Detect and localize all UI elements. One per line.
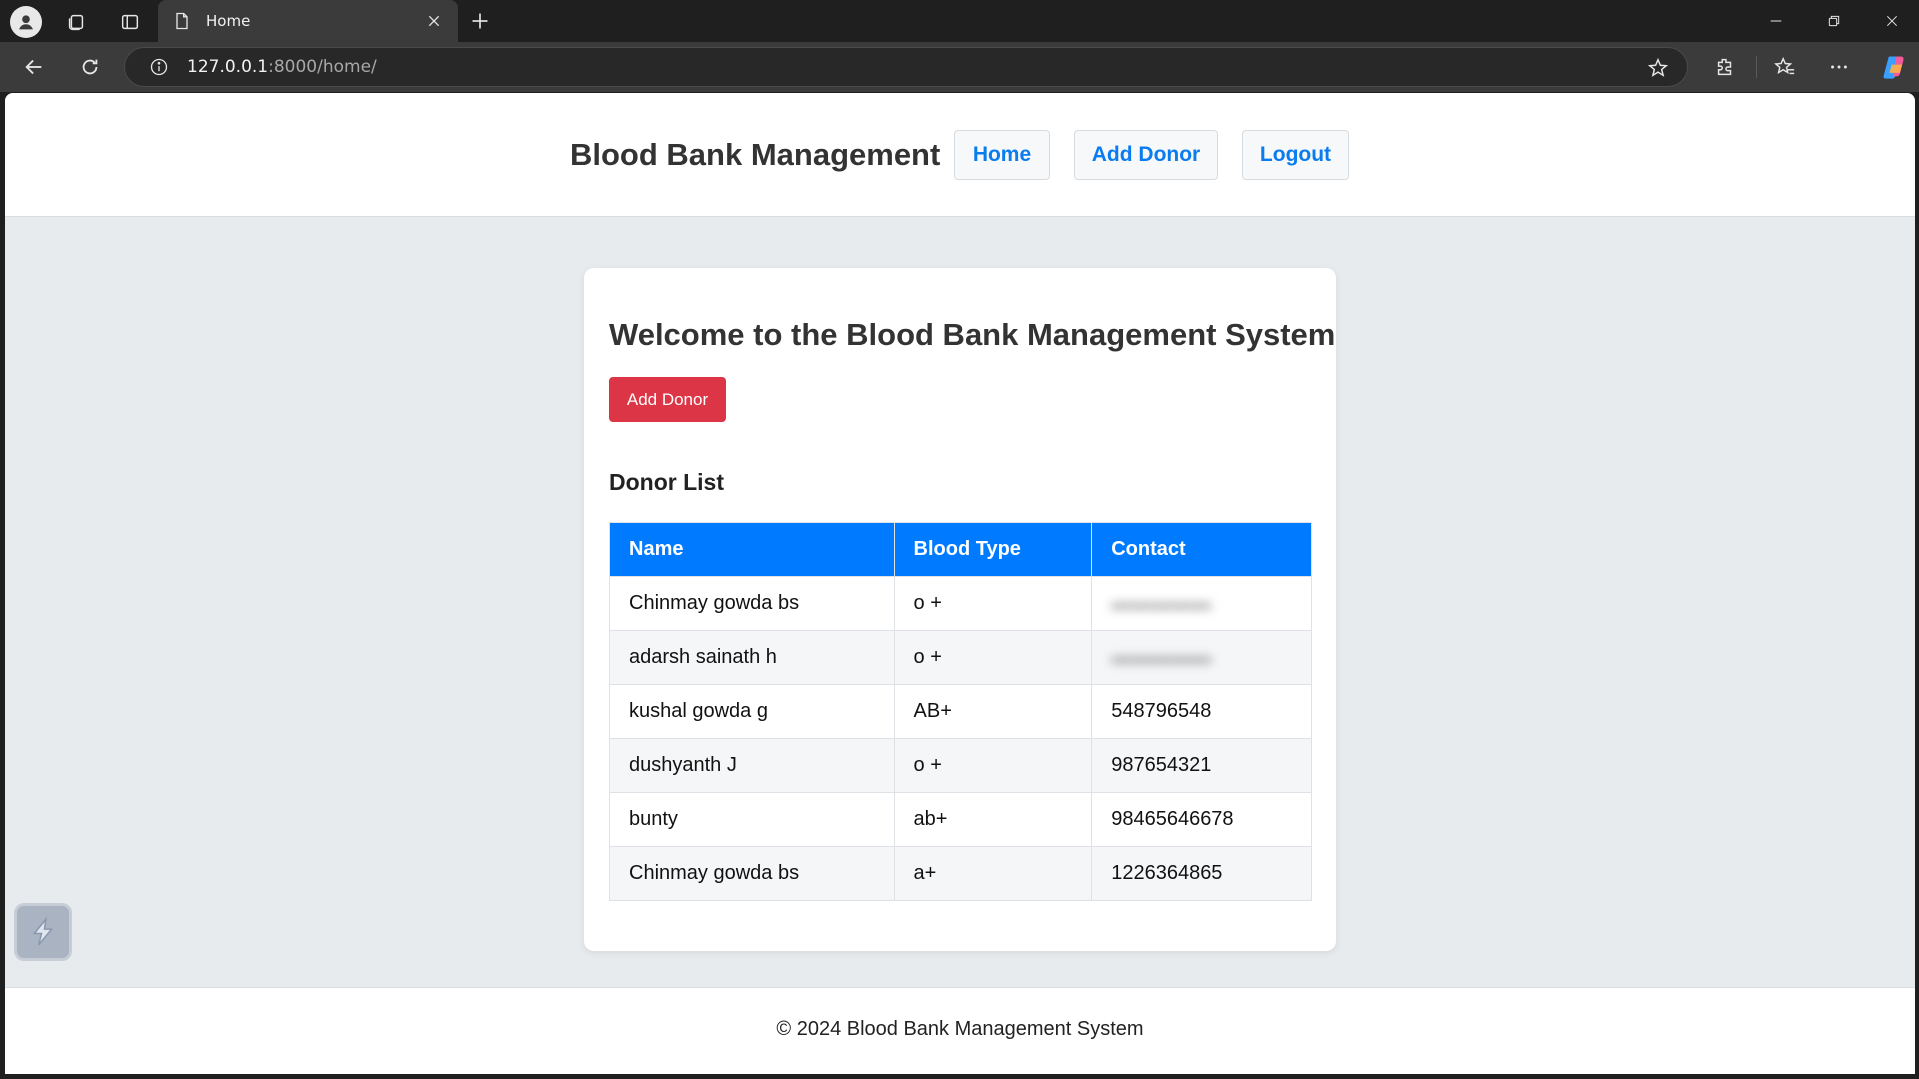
table-row: Chinmay gowda bs a+ 1226364865 <box>609 846 1312 901</box>
table-row: kushal gowda g AB+ 548796548 <box>609 684 1312 739</box>
plus-icon[interactable] <box>466 7 494 35</box>
tab-actions-icon[interactable] <box>116 8 144 36</box>
column-header-blood-type: Blood Type <box>893 522 1093 577</box>
restore-icon[interactable] <box>1818 7 1850 35</box>
cell-contact: 548796548 <box>1091 684 1312 739</box>
minimize-icon[interactable] <box>1760 7 1792 35</box>
cell-name: Chinmay gowda bs <box>609 576 895 631</box>
page-icon <box>168 7 196 35</box>
browser-tab-bar: Home <box>0 0 1919 42</box>
cell-contact-redacted: ▬▬▬▬▬ <box>1091 576 1312 631</box>
page-viewport: Blood Bank Management Home Add Donor Log… <box>5 93 1915 1074</box>
cell-contact-redacted: ▬▬▬▬▬ <box>1091 630 1312 685</box>
more-icon[interactable] <box>1824 52 1854 82</box>
page-title: Welcome to the Blood Bank Management Sys… <box>609 317 1336 352</box>
nav-home-button[interactable]: Home <box>954 130 1050 180</box>
tab-title: Home <box>206 12 251 30</box>
redacted-contact: ▬▬▬▬▬ <box>1111 646 1212 668</box>
cell-blood-type: AB+ <box>893 684 1093 739</box>
browser-toolbar: 127.0.0.1:8000/home/ <box>0 42 1919 92</box>
column-header-name: Name <box>609 522 895 577</box>
site-footer: © 2024 Blood Bank Management System <box>5 987 1915 1074</box>
table-row: dushyanth J o + 987654321 <box>609 738 1312 793</box>
address-bar[interactable]: 127.0.0.1:8000/home/ <box>124 47 1688 87</box>
cell-blood-type: ab+ <box>893 792 1093 847</box>
close-icon[interactable] <box>420 7 448 35</box>
cell-blood-type: o + <box>893 576 1093 631</box>
cell-blood-type: o + <box>893 738 1093 793</box>
site-header: Blood Bank Management Home Add Donor Log… <box>5 93 1915 217</box>
url-path: :8000/home/ <box>268 57 377 77</box>
info-icon[interactable] <box>147 55 171 79</box>
cell-name: Chinmay gowda bs <box>609 846 895 901</box>
add-donor-button[interactable]: Add Donor <box>609 377 726 422</box>
main-card: Welcome to the Blood Bank Management Sys… <box>584 268 1336 951</box>
nav-logout-button[interactable]: Logout <box>1242 130 1349 180</box>
star-icon[interactable] <box>1645 55 1671 81</box>
cell-name: kushal gowda g <box>609 684 895 739</box>
column-header-contact: Contact <box>1091 522 1312 577</box>
reload-icon[interactable] <box>74 51 106 83</box>
toolbar-divider <box>1756 56 1757 78</box>
workspaces-icon[interactable] <box>62 8 90 36</box>
table-row: adarsh sainath h o + ▬▬▬▬▬ <box>609 630 1312 685</box>
widget-icon[interactable] <box>14 903 72 961</box>
donor-list-title: Donor List <box>609 469 724 495</box>
window-close-icon[interactable] <box>1876 7 1908 35</box>
back-icon[interactable] <box>18 51 50 83</box>
favorites-icon[interactable] <box>1770 52 1800 82</box>
url-host: 127.0.0.1 <box>187 57 269 77</box>
table-row: Chinmay gowda bs o + ▬▬▬▬▬ <box>609 576 1312 631</box>
copilot-icon[interactable] <box>1878 51 1910 83</box>
profile-icon[interactable] <box>10 6 42 38</box>
table-header-row: Name Blood Type Contact <box>609 522 1312 577</box>
cell-contact: 987654321 <box>1091 738 1312 793</box>
cell-name: adarsh sainath h <box>609 630 895 685</box>
cell-blood-type: o + <box>893 630 1093 685</box>
active-tab[interactable]: Home <box>158 0 458 42</box>
cell-name: bunty <box>609 792 895 847</box>
cell-contact: 98465646678 <box>1091 792 1312 847</box>
donor-table: Name Blood Type Contact Chinmay gowda bs… <box>609 522 1312 901</box>
cell-blood-type: a+ <box>893 846 1093 901</box>
footer-copyright: © 2024 Blood Bank Management System <box>776 1018 1144 1040</box>
table-row: bunty ab+ 98465646678 <box>609 792 1312 847</box>
site-brand: Blood Bank Management <box>570 137 941 172</box>
extensions-icon[interactable] <box>1710 52 1740 82</box>
nav-add-donor-button[interactable]: Add Donor <box>1074 130 1218 180</box>
cell-contact: 1226364865 <box>1091 846 1312 901</box>
url-text: 127.0.0.1:8000/home/ <box>187 57 377 77</box>
redacted-contact: ▬▬▬▬▬ <box>1111 592 1212 614</box>
cell-name: dushyanth J <box>609 738 895 793</box>
